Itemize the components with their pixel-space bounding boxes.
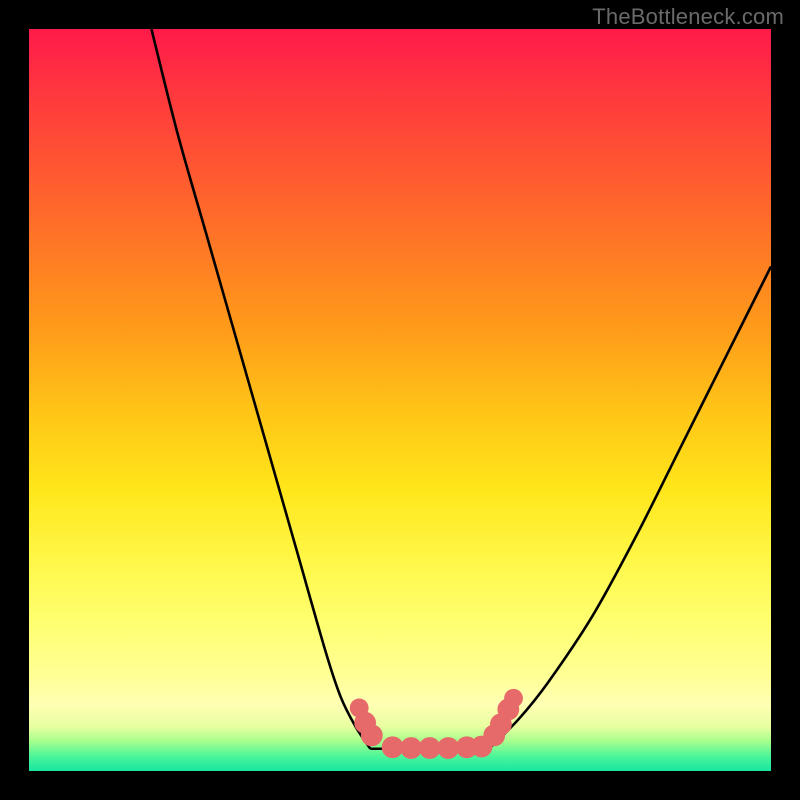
curve-right-curve — [489, 266, 771, 748]
data-marker — [361, 725, 382, 746]
data-marker — [419, 738, 440, 759]
curve-overlay — [29, 29, 771, 771]
data-marker — [382, 737, 403, 758]
data-marker — [401, 738, 422, 759]
data-marker — [505, 689, 523, 707]
watermark-text: TheBottleneck.com — [592, 4, 784, 30]
curve-left-curve — [151, 29, 370, 749]
data-marker — [438, 738, 459, 759]
chart-frame — [29, 29, 771, 771]
